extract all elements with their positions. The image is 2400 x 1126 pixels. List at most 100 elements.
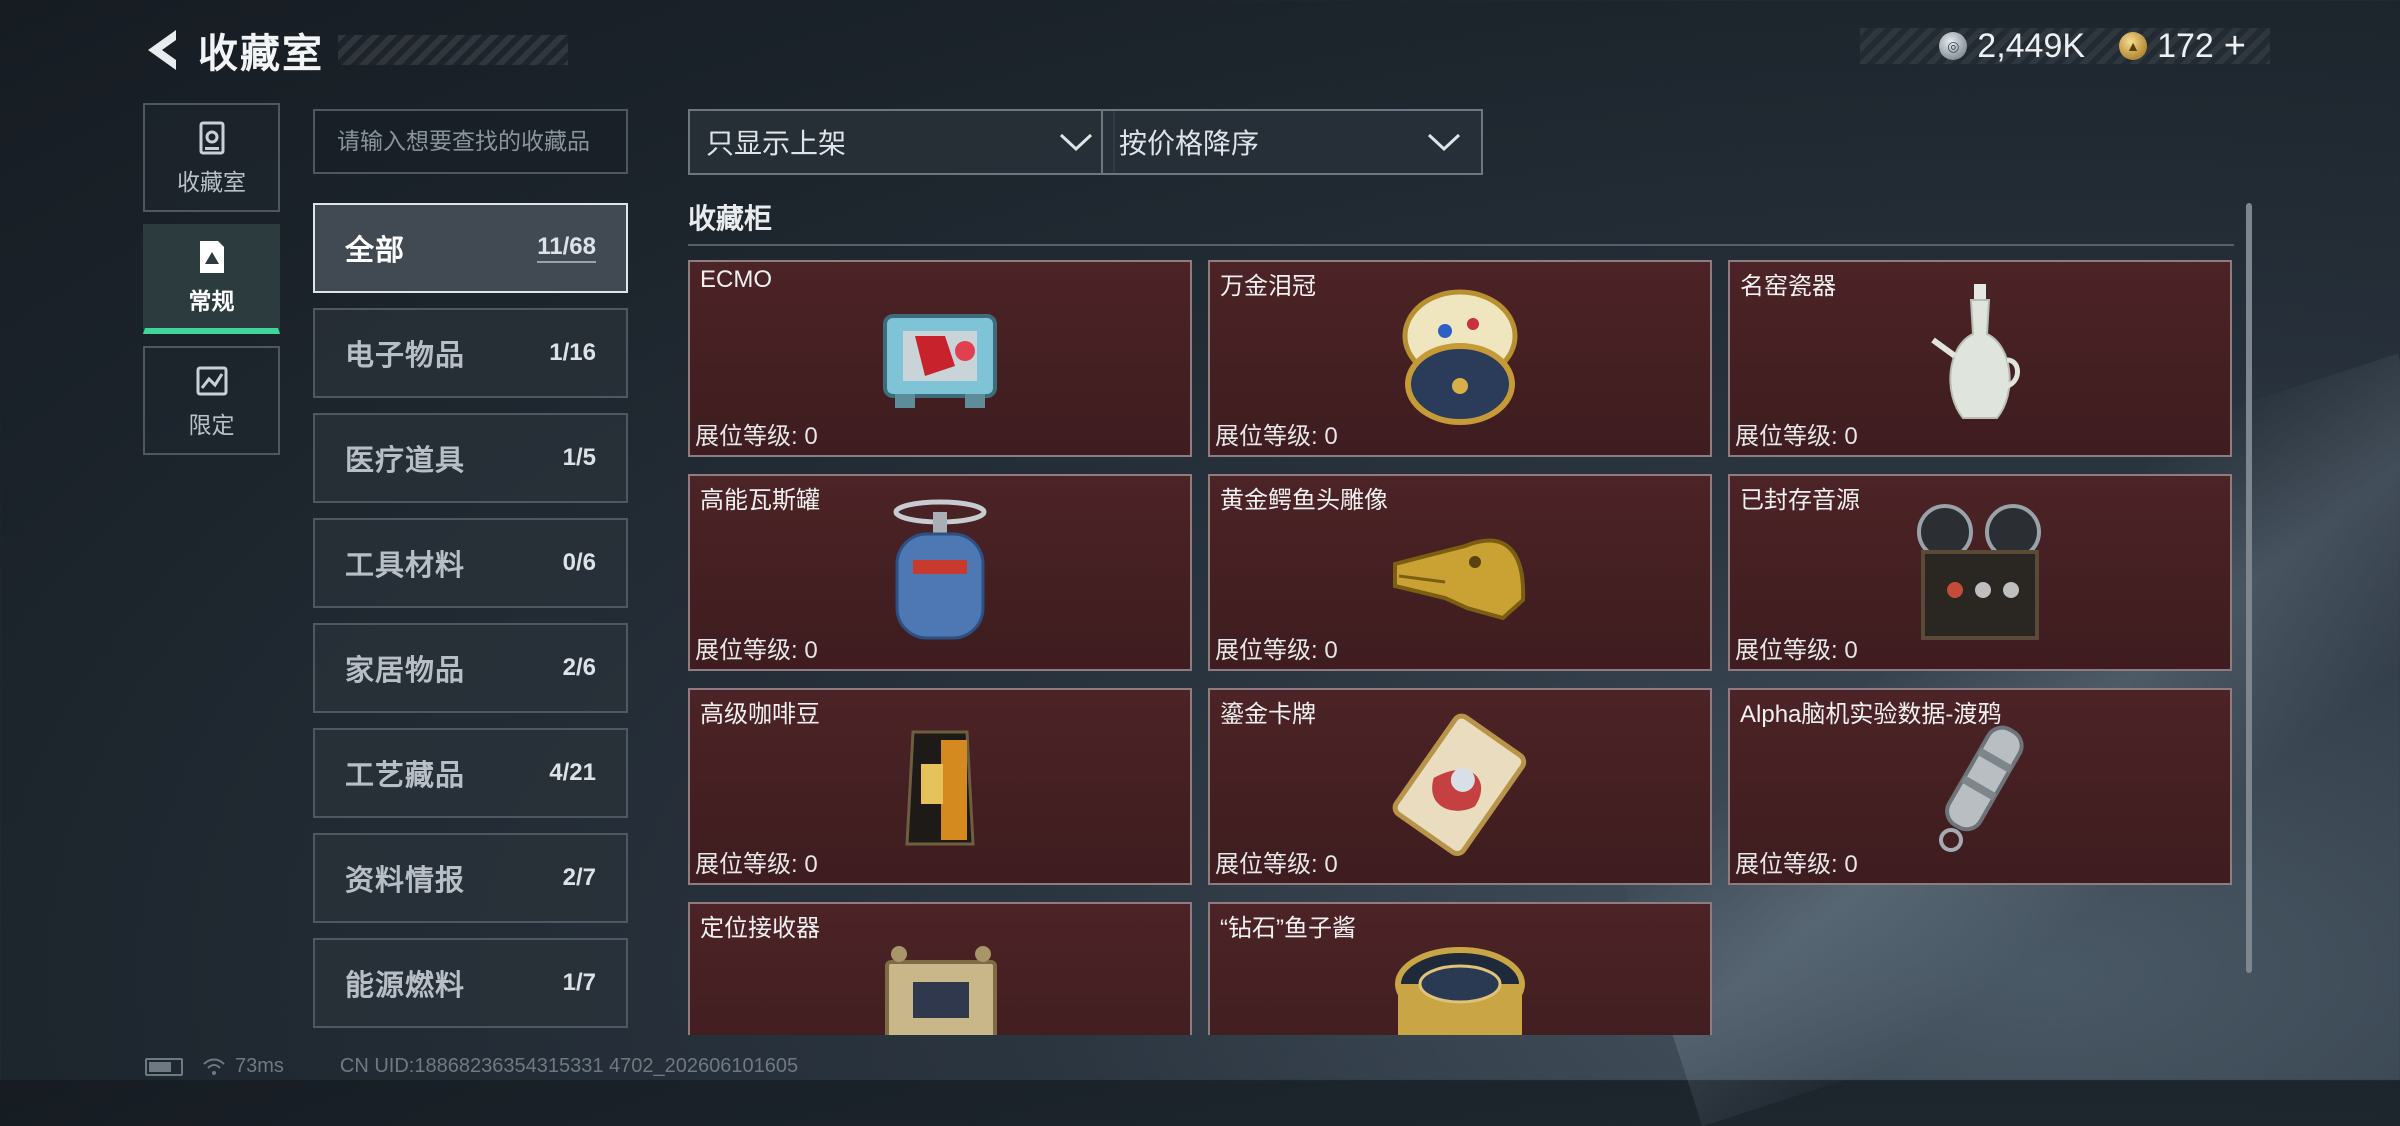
category-name: 工具材料: [345, 550, 466, 582]
header: 收藏室: [140, 22, 568, 78]
gold-crocodile-icon: [1393, 538, 1526, 621]
item-name: 黄金鳄鱼头雕像: [1220, 487, 1388, 514]
porcelain-vase-icon: [1931, 284, 2020, 419]
gas-canister-icon: [893, 499, 987, 640]
page-title: 收藏室: [198, 32, 324, 76]
category-energy[interactable]: 能源燃料 1/7: [313, 938, 628, 1028]
category-name: 医疗道具: [345, 445, 466, 477]
status-bar: 73ms CN UID:18868236354315331 4702_20260…: [145, 1055, 798, 1078]
silver-amount: 2,449K: [1977, 26, 2086, 65]
collection-card[interactable]: Alpha脑机实验数据-渡鸦 展位等级: 0: [1728, 688, 2232, 885]
battery-icon: [145, 1057, 183, 1076]
tab-limited[interactable]: 限定: [143, 346, 280, 455]
user-uid: CN UID:18868236354315331 4702_2026061016…: [339, 1055, 799, 1077]
booth-level: 展位等级: 0: [1215, 851, 1338, 878]
dropdown-value: 按价格降序: [1119, 128, 1260, 159]
category-medical[interactable]: 医疗道具 1/5: [313, 413, 628, 503]
collection-card[interactable]: 高级咖啡豆 展位等级: 0: [688, 688, 1192, 885]
chevron-down-icon: [1427, 133, 1461, 152]
booth-level: 展位等级: 0: [1735, 851, 1858, 878]
category-count: 1/5: [562, 444, 596, 471]
category-name: 工艺藏品: [345, 760, 466, 792]
category-electronics[interactable]: 电子物品 1/16: [313, 308, 628, 398]
collection-card[interactable]: 黄金鳄鱼头雕像 展位等级: 0: [1208, 474, 1712, 671]
category-name: 家居物品: [345, 655, 466, 687]
item-name: 万金泪冠: [1220, 273, 1316, 300]
search-input[interactable]: [313, 109, 628, 174]
category-count: 11/68: [537, 233, 596, 263]
category-list: 全部 11/68 电子物品 1/16 医疗道具 1/5 工具材料 0/6 家居物…: [313, 203, 628, 1043]
collection-card[interactable]: 名窑瓷器 展位等级: 0: [1728, 260, 2232, 457]
booth-level: 展位等级: 0: [1735, 423, 1858, 450]
gold-coin-icon: ▲: [2119, 32, 2148, 60]
wifi-icon: [203, 1058, 225, 1075]
ecmo-machine-icon: [883, 314, 997, 408]
collection-card[interactable]: 高能瓦斯罐 展位等级: 0: [688, 474, 1192, 671]
item-name: 定位接收器: [700, 915, 820, 942]
collection-card[interactable]: 已封存音源 展位等级: 0: [1728, 474, 2232, 671]
booth-level: 展位等级: 0: [695, 637, 818, 664]
gold-amount: 172: [2157, 26, 2214, 65]
item-name: 高级咖啡豆: [700, 701, 820, 728]
title-decoration: [338, 35, 568, 65]
tab-label: 收藏室: [177, 168, 246, 195]
category-name: 电子物品: [345, 340, 466, 372]
collection-card[interactable]: “钻石”鱼子酱: [1208, 902, 1712, 1035]
booth-level: 展位等级: 0: [695, 423, 818, 450]
collection-card[interactable]: ECMO 展位等级: 0: [688, 260, 1192, 457]
category-count: 1/7: [562, 969, 596, 996]
category-intel[interactable]: 资料情报 2/7: [313, 833, 628, 923]
item-name: 鎏金卡牌: [1220, 701, 1316, 728]
item-name: ECMO: [700, 266, 772, 293]
category-all[interactable]: 全部 11/68: [313, 203, 628, 293]
section-title: 收藏柜: [688, 203, 773, 234]
category-count: 2/7: [562, 864, 596, 891]
data-capsule-icon: [1939, 725, 2024, 852]
category-count: 0/6: [562, 549, 596, 576]
tab-label: 限定: [188, 411, 235, 438]
tape-recorder-icon: [1917, 504, 2041, 640]
booth-level: 展位等级: 0: [695, 851, 818, 878]
vault-icon: [199, 121, 224, 154]
gold-card-icon: [1392, 713, 1527, 857]
currency-bar: ◎ 2,449K ▲ 172 +: [1860, 25, 2270, 67]
category-name: 资料情报: [345, 865, 466, 897]
category-count: 2/6: [562, 654, 596, 681]
chevron-down-icon: [1059, 133, 1093, 152]
add-currency-button[interactable]: +: [2224, 25, 2246, 68]
item-name: 已封存音源: [1740, 487, 1860, 514]
collection-grid: ECMO 展位等级: 0 万金泪冠 展位等级: 0 名窑瓷器 展位等级: 0 高…: [688, 260, 2232, 1035]
limited-icon: [196, 366, 227, 395]
caviar-tin-icon: [1395, 947, 1525, 1035]
coffee-bag-icon: [905, 730, 975, 846]
collection-card[interactable]: 鎏金卡牌 展位等级: 0: [1208, 688, 1712, 885]
document-icon: [199, 241, 224, 273]
category-household[interactable]: 家居物品 2/6: [313, 623, 628, 713]
section-divider: [688, 244, 2234, 246]
back-arrow-icon: [148, 30, 176, 70]
booth-level: 展位等级: 0: [1215, 637, 1338, 664]
tab-collection-room[interactable]: 收藏室: [143, 103, 280, 212]
receiver-icon: [885, 946, 997, 1035]
category-tools[interactable]: 工具材料 0/6: [313, 518, 628, 608]
booth-level: 展位等级: 0: [1735, 637, 1858, 664]
back-button[interactable]: [140, 24, 184, 76]
display-filter-dropdown[interactable]: 只显示上架: [688, 109, 1115, 175]
sort-dropdown[interactable]: 按价格降序: [1101, 109, 1483, 175]
category-name: 全部: [345, 235, 406, 267]
item-name: “钻石”鱼子酱: [1220, 915, 1356, 942]
dropdown-value: 只显示上架: [706, 128, 847, 159]
scrollbar[interactable]: [2246, 203, 2252, 973]
item-name: 高能瓦斯罐: [700, 487, 820, 514]
category-count: 1/16: [549, 339, 596, 366]
side-tabs: 收藏室 常规 限定: [143, 103, 280, 467]
tab-regular[interactable]: 常规: [143, 224, 280, 334]
category-crafts[interactable]: 工艺藏品 4/21: [313, 728, 628, 818]
booth-level: 展位等级: 0: [1215, 423, 1338, 450]
jeweled-egg-icon: [1402, 289, 1518, 425]
collection-card[interactable]: 万金泪冠 展位等级: 0: [1208, 260, 1712, 457]
tab-label: 常规: [188, 288, 235, 314]
collection-card[interactable]: 定位接收器: [688, 902, 1192, 1035]
ping-value: 73ms: [235, 1055, 284, 1077]
category-count: 4/21: [549, 759, 596, 786]
